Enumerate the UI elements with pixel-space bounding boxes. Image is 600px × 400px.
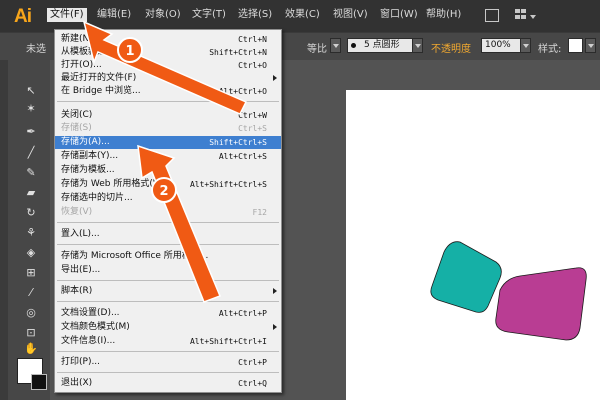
tutorial-annotations: 1 2 [82,20,248,303]
step-1-number: 1 [125,44,134,59]
step-2-number: 2 [159,184,168,199]
arrow-2-shape [137,144,221,303]
arrow-1-shape [82,20,248,115]
